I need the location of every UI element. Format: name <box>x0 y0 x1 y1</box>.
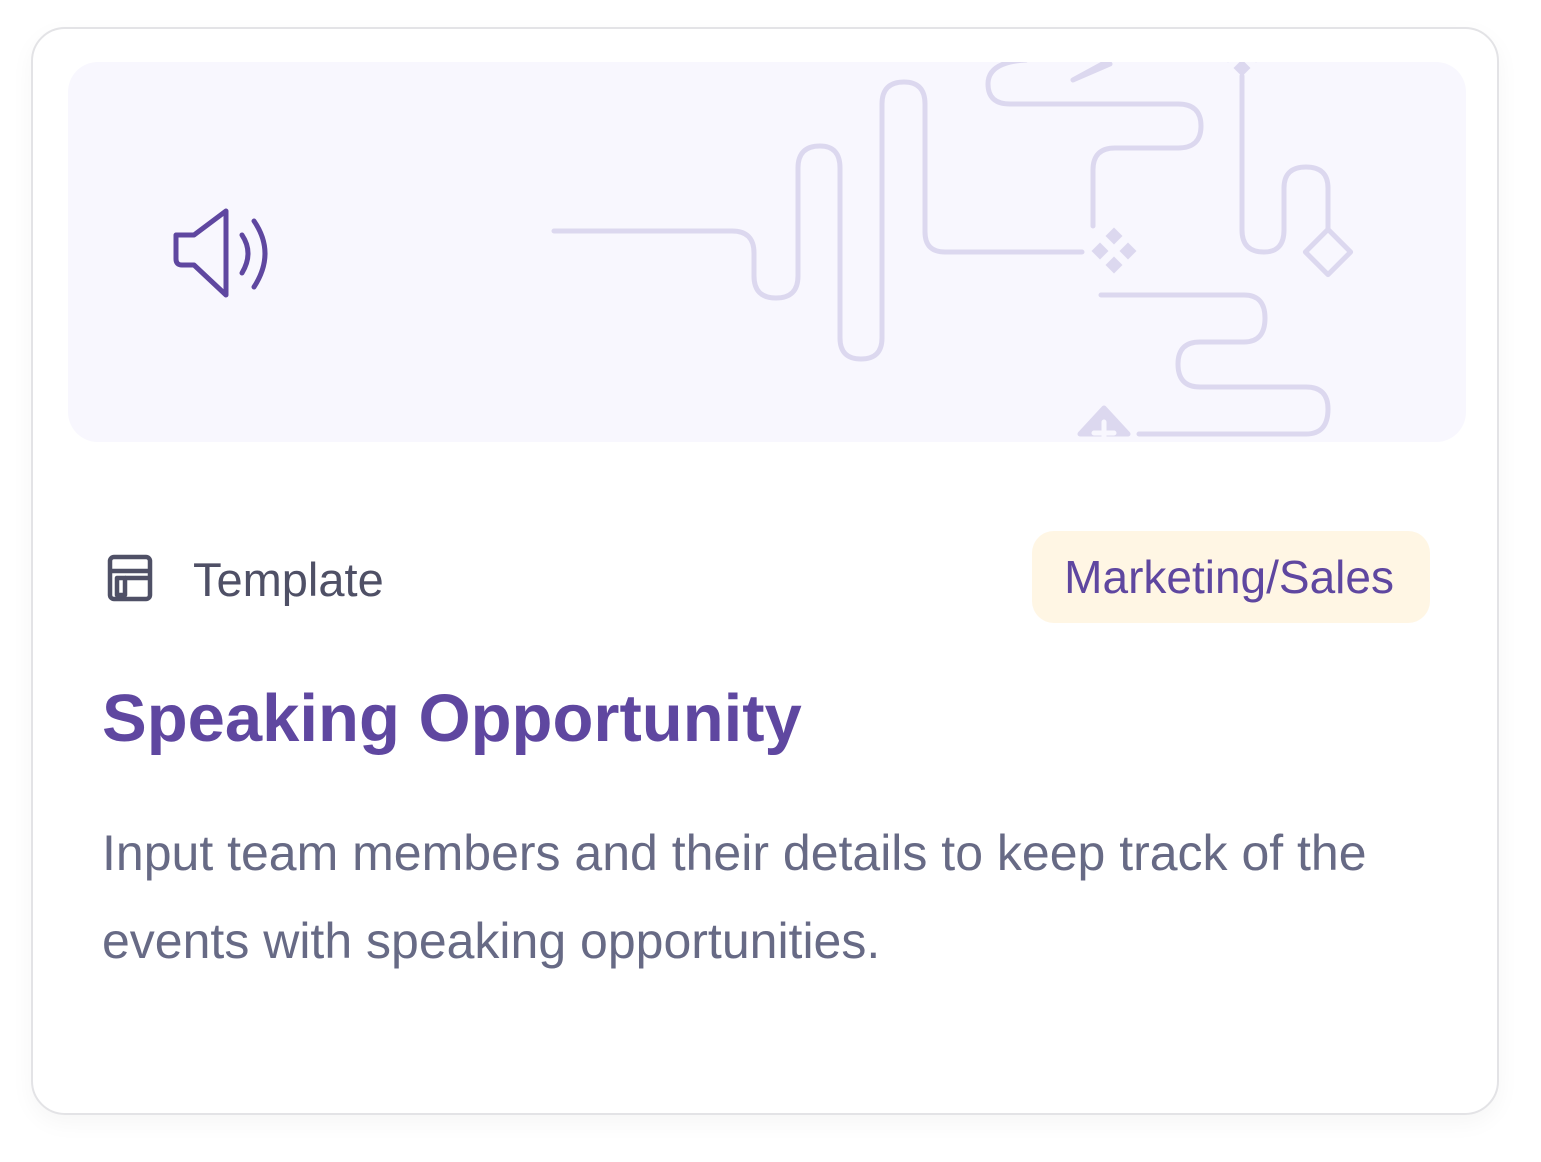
card-description: Input team members and their details to … <box>102 825 1367 969</box>
card-banner <box>68 62 1466 442</box>
speaker-icon <box>173 208 268 298</box>
card-title[interactable]: Speaking Opportunity <box>102 679 802 759</box>
card-type-label: Template <box>193 553 384 606</box>
card-meta-row: Template Marketing/Sales <box>105 531 1430 625</box>
template-layout-icon <box>107 554 153 602</box>
category-badge[interactable]: Marketing/Sales <box>1032 531 1430 623</box>
template-card[interactable]: Template Marketing/Sales Speaking Opport… <box>31 27 1499 1115</box>
